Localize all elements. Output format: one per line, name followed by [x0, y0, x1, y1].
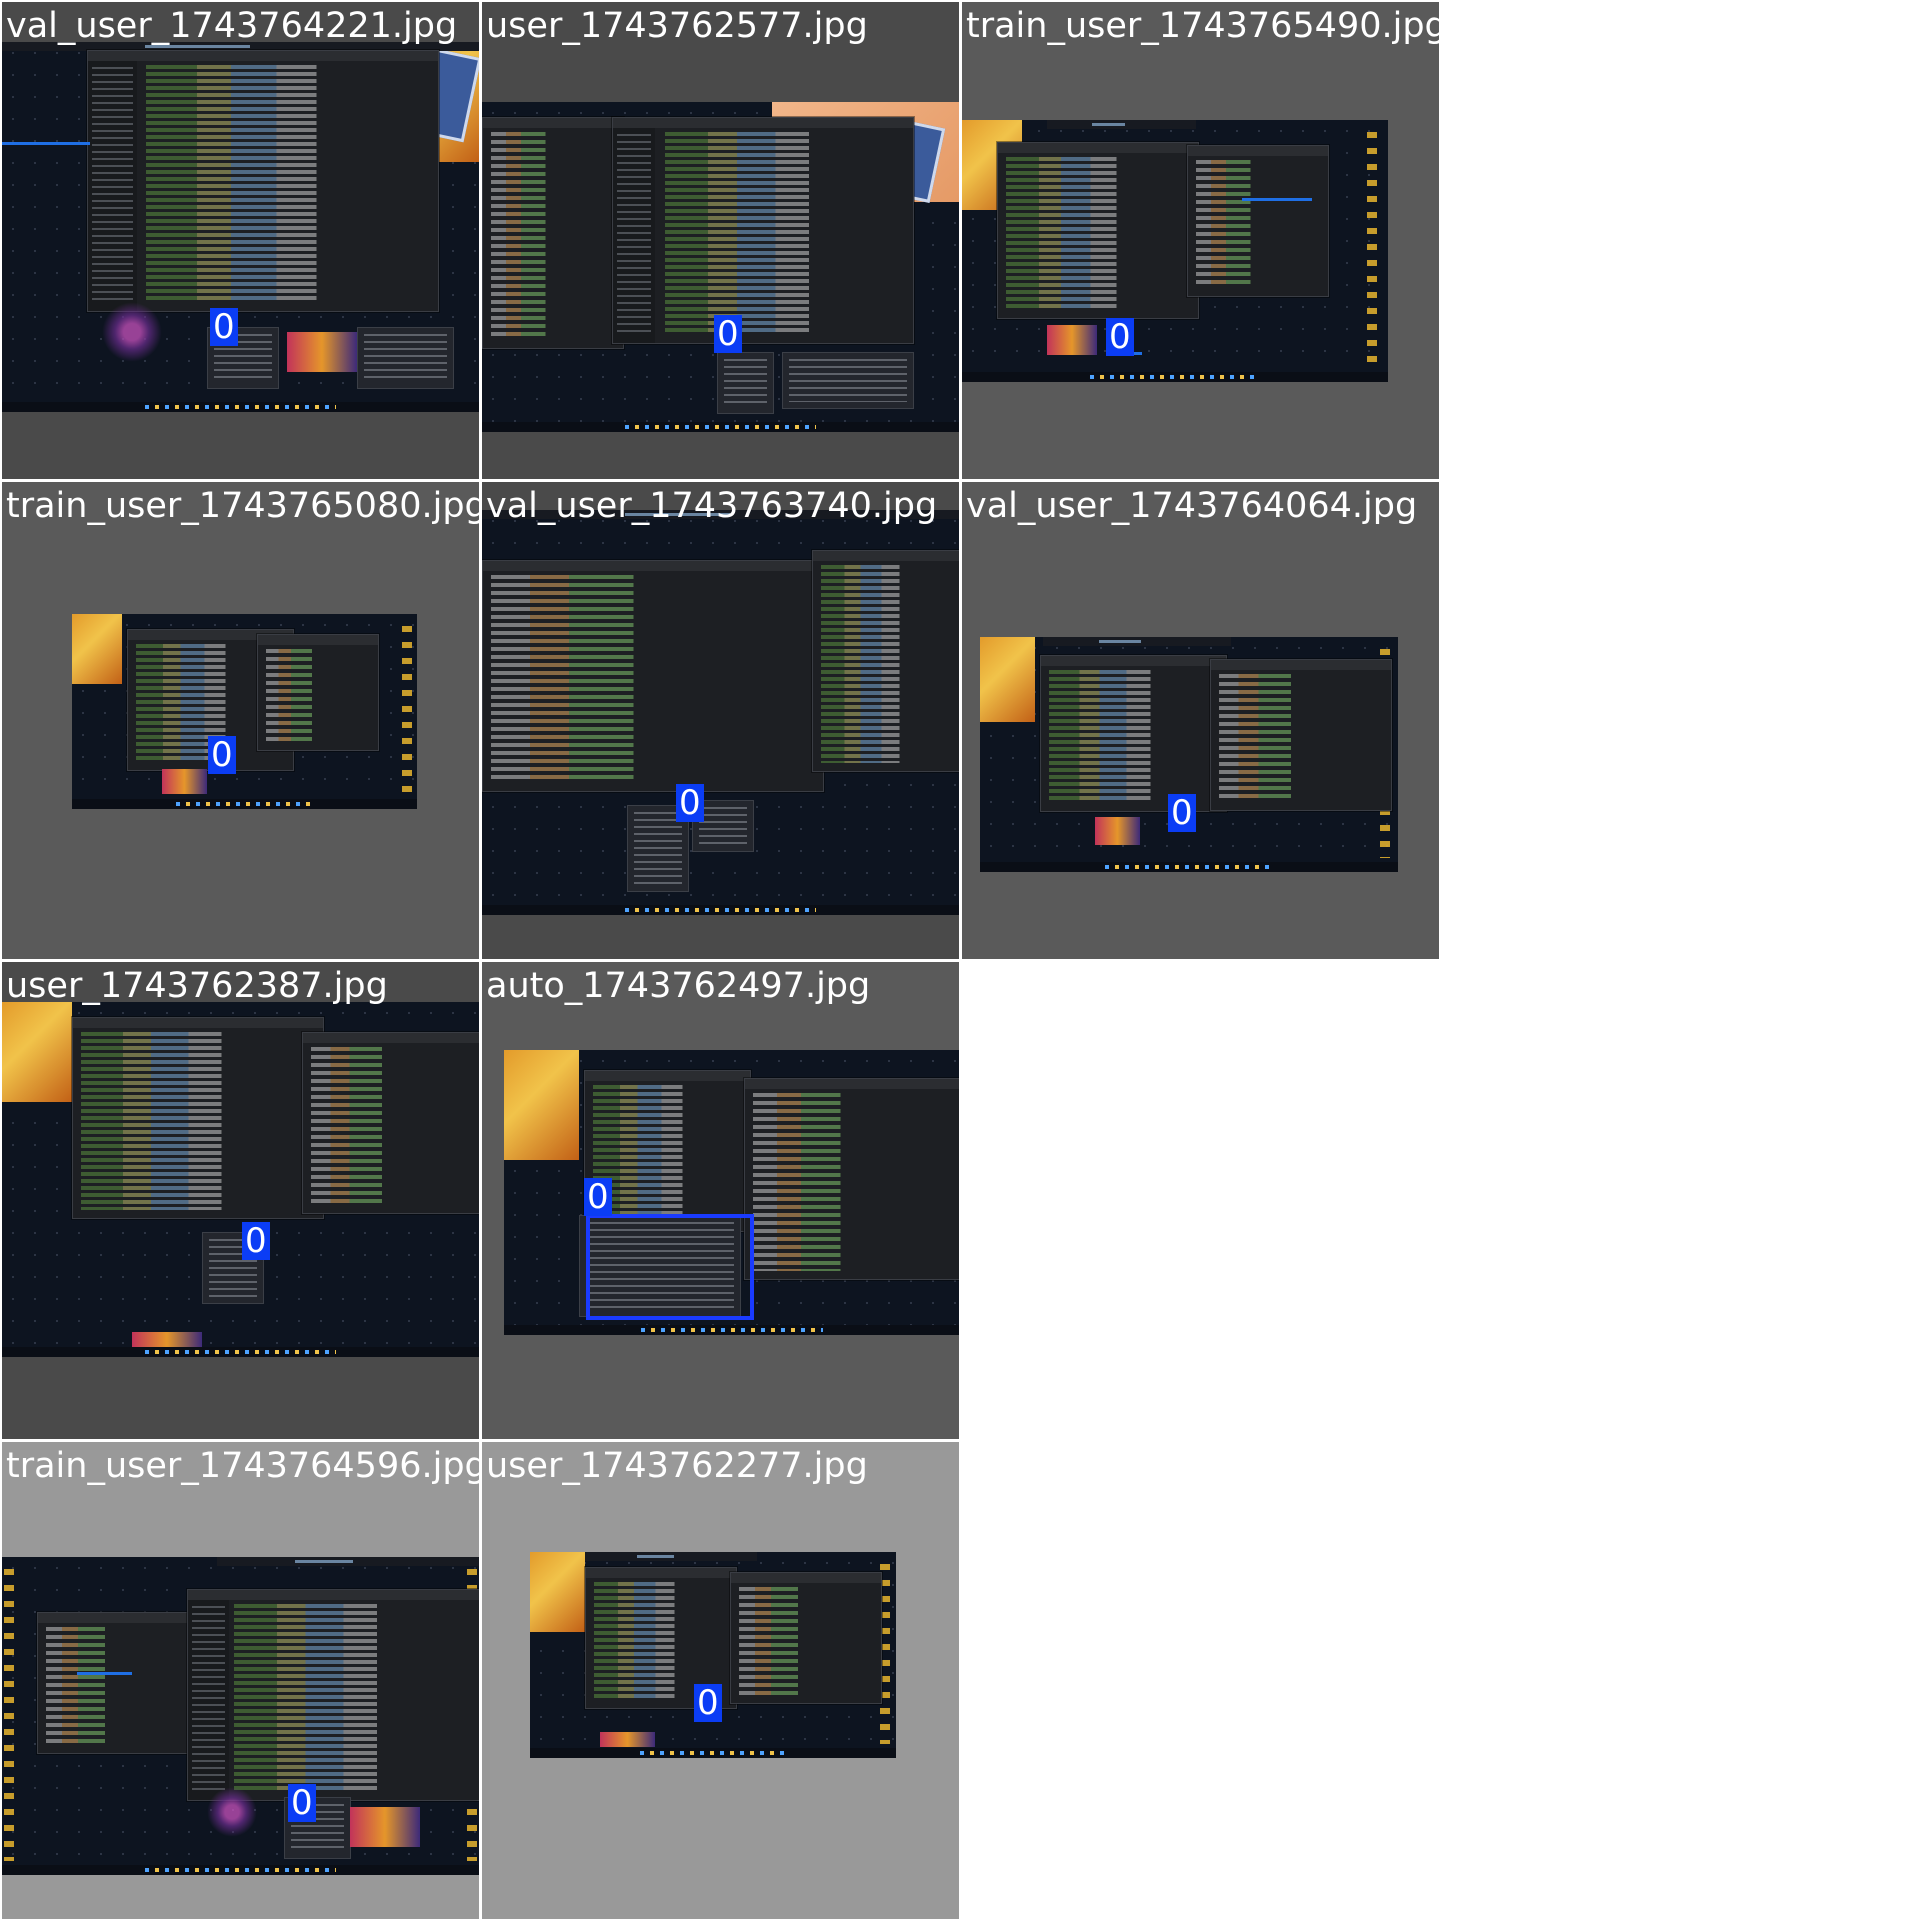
filename-label: user_1743762577.jpg — [486, 6, 868, 46]
screenshot-thumbnail — [72, 614, 417, 809]
thumbnail-tile[interactable]: 0 val_user_1743763740.jpg — [482, 482, 959, 959]
thumbnail-tile[interactable]: 0 user_1743762277.jpg — [482, 1442, 959, 1919]
thumbnail-tile[interactable]: 0 auto_1743762497.jpg — [482, 962, 959, 1439]
selection-highlight — [586, 1214, 754, 1320]
screenshot-thumbnail — [2, 42, 479, 412]
filename-label: auto_1743762497.jpg — [486, 966, 871, 1006]
thumbnail-tile[interactable]: 0 val_user_1743764221.jpg — [2, 2, 479, 479]
thumbnail-tile[interactable]: 0 train_user_1743764596.jpg — [2, 1442, 479, 1919]
annotation-marker: 0 — [1168, 794, 1196, 832]
annotation-marker: 0 — [242, 1222, 270, 1260]
filename-label: val_user_1743764064.jpg — [966, 486, 1418, 526]
filename-label: val_user_1743763740.jpg — [486, 486, 938, 526]
thumbnail-tile[interactable]: 0 train_user_1743765080.jpg — [2, 482, 479, 959]
filename-label: val_user_1743764221.jpg — [6, 6, 458, 46]
annotation-marker: 0 — [714, 315, 742, 353]
annotation-marker: 0 — [1106, 318, 1134, 356]
annotation-marker: 0 — [584, 1178, 612, 1216]
screenshot-thumbnail — [2, 1002, 479, 1357]
annotation-marker: 0 — [208, 736, 236, 774]
thumbnail-tile[interactable]: 0 train_user_1743765490.jpg — [962, 2, 1439, 479]
filename-label: user_1743762387.jpg — [6, 966, 388, 1006]
screenshot-thumbnail — [980, 637, 1398, 872]
annotation-marker: 0 — [288, 1784, 316, 1822]
screenshot-thumbnail — [2, 1557, 479, 1875]
annotation-marker: 0 — [210, 308, 238, 346]
annotation-marker: 0 — [676, 784, 704, 822]
thumbnail-tile[interactable]: 0 user_1743762577.jpg — [482, 2, 959, 479]
screenshot-thumbnail — [530, 1552, 896, 1758]
thumbnail-tile[interactable]: 0 user_1743762387.jpg — [2, 962, 479, 1439]
screenshot-thumbnail — [962, 120, 1388, 382]
annotation-marker: 0 — [694, 1684, 722, 1722]
screenshot-thumbnail — [482, 510, 959, 915]
filename-label: train_user_1743764596.jpg — [6, 1446, 479, 1486]
filename-label: user_1743762277.jpg — [486, 1446, 868, 1486]
filename-label: train_user_1743765490.jpg — [966, 6, 1439, 46]
thumbnail-tile[interactable]: 0 val_user_1743764064.jpg — [962, 482, 1439, 959]
screenshot-thumbnail — [482, 102, 959, 432]
filename-label: train_user_1743765080.jpg — [6, 486, 479, 526]
